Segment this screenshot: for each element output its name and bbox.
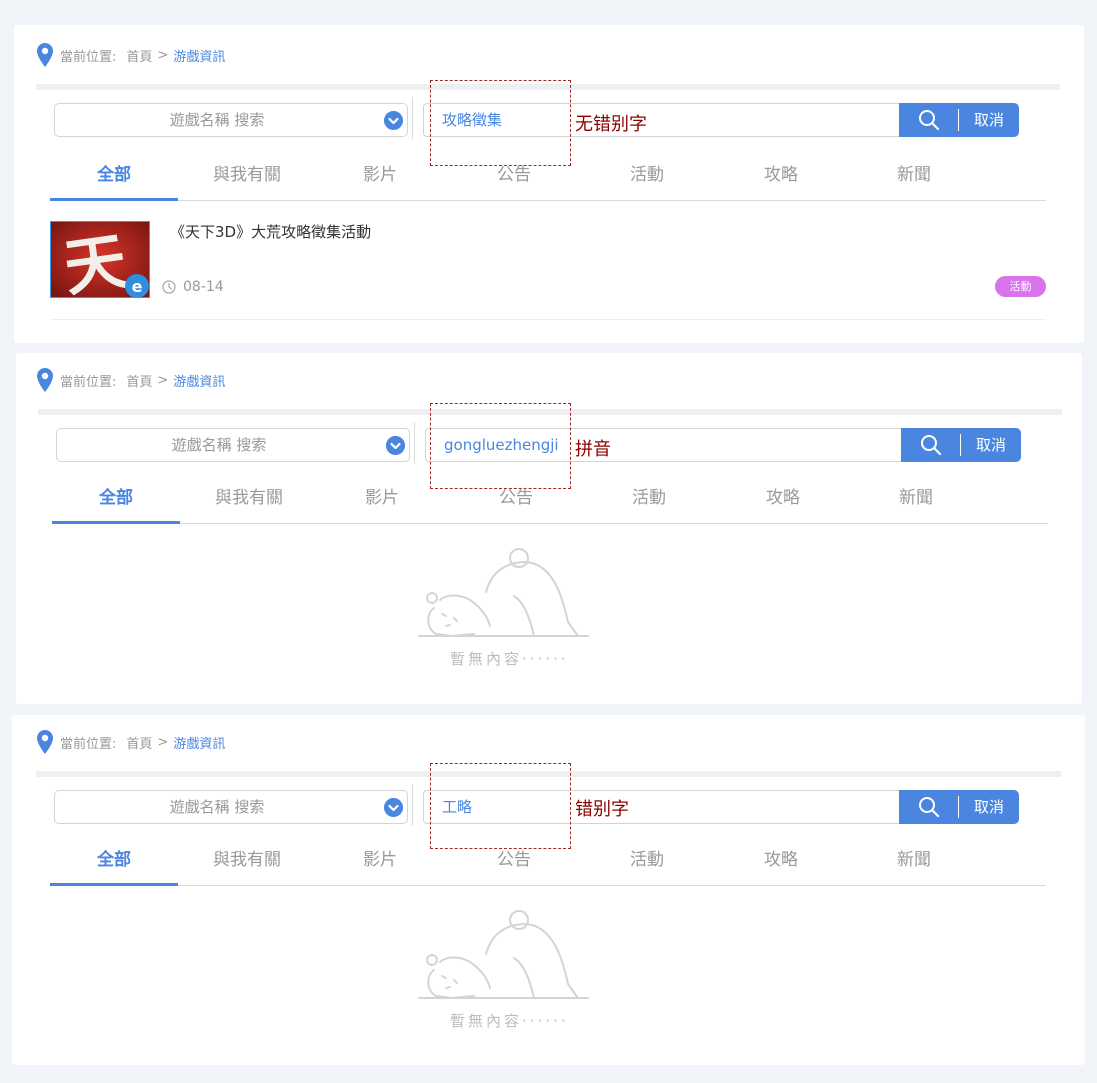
search-divider <box>412 97 413 139</box>
empty-state: 暫無內容······ <box>416 548 596 678</box>
annotation-label: 拼音 <box>575 439 611 460</box>
tab-announcement[interactable]: 公告 <box>450 155 578 201</box>
result-title[interactable]: 《天下3D》大荒攻略徵集活動 <box>170 221 371 242</box>
category-badge: 活動 <box>995 276 1046 297</box>
location-pin-icon <box>37 730 53 754</box>
cancel-button[interactable]: 取消 <box>974 790 1004 824</box>
tab-guide[interactable]: 攻略 <box>719 478 847 524</box>
category-tabs: 全部 與我有關 影片 公告 活動 攻略 新聞 <box>52 478 1048 524</box>
result-date: 08-14 <box>162 279 224 295</box>
breadcrumb-current-link[interactable]: 游戲資訊 <box>173 371 225 390</box>
cancel-button[interactable]: 取消 <box>974 103 1004 137</box>
sleeping-bear-icon <box>418 548 589 637</box>
svg-text:天: 天 <box>60 224 132 298</box>
tab-related[interactable]: 與我有關 <box>183 155 311 201</box>
empty-state-text: 暫無內容······ <box>450 1012 569 1030</box>
tab-all[interactable]: 全部 <box>52 478 180 524</box>
location-pin-icon <box>37 43 53 67</box>
result-item[interactable]: 天 e 《天下3D》大荒攻略徵集活動 08-14 活動 <box>50 221 1046 320</box>
svg-text:e: e <box>132 277 143 296</box>
breadcrumb-home-link[interactable]: 首頁 <box>126 371 152 390</box>
sleeping-bear-icon <box>418 910 589 999</box>
annotation-box <box>430 403 571 489</box>
tab-all[interactable]: 全部 <box>50 840 178 886</box>
game-select[interactable]: 遊戲名稱 搜索 <box>56 428 410 462</box>
search-icon[interactable] <box>918 796 940 818</box>
game-select-placeholder: 遊戲名稱 搜索 <box>169 798 265 816</box>
breadcrumb: 當前位置: 首頁 > 游戲資訊 <box>36 729 225 755</box>
breadcrumb-current-link[interactable]: 游戲資訊 <box>173 46 225 65</box>
tab-all[interactable]: 全部 <box>50 155 178 201</box>
tab-announcement[interactable]: 公告 <box>452 478 580 524</box>
breadcrumb-label: 當前位置: <box>60 374 117 390</box>
tab-event[interactable]: 活動 <box>583 155 711 201</box>
tab-guide[interactable]: 攻略 <box>717 155 845 201</box>
breadcrumb-home-link[interactable]: 首頁 <box>126 46 152 65</box>
result-date-text: 08-14 <box>183 279 224 295</box>
breadcrumb-current-link[interactable]: 游戲資訊 <box>173 733 225 752</box>
category-tabs: 全部 與我有關 影片 公告 活動 攻略 新聞 <box>50 155 1046 201</box>
search-icon[interactable] <box>918 109 940 131</box>
search-button-group: 取消 <box>901 428 1021 462</box>
game-select-placeholder: 遊戲名稱 搜索 <box>169 111 265 129</box>
chevron-down-icon <box>386 436 405 455</box>
location-pin-icon <box>37 368 53 392</box>
breadcrumb-home-link[interactable]: 首頁 <box>126 733 152 752</box>
search-button-group: 取消 <box>899 103 1019 137</box>
tab-related[interactable]: 與我有關 <box>183 840 311 886</box>
annotation-box <box>430 763 571 849</box>
search-panel-2: 當前位置: 首頁 > 游戲資訊 遊戲名稱 搜索 gongluezhengji 取… <box>16 353 1082 704</box>
tab-news[interactable]: 新聞 <box>852 478 980 524</box>
breadcrumb-separator: > <box>157 372 169 388</box>
tab-news[interactable]: 新聞 <box>850 840 978 886</box>
game-select[interactable]: 遊戲名稱 搜索 <box>54 103 408 137</box>
search-button-group: 取消 <box>899 790 1019 824</box>
breadcrumb: 當前位置: 首頁 > 游戲資訊 <box>36 367 225 393</box>
tab-guide[interactable]: 攻略 <box>717 840 845 886</box>
chevron-down-icon <box>384 111 403 130</box>
chevron-down-icon <box>384 798 403 817</box>
breadcrumb-label: 當前位置: <box>60 736 117 752</box>
tab-video[interactable]: 影片 <box>316 155 444 201</box>
tab-video[interactable]: 影片 <box>316 840 444 886</box>
clock-icon <box>162 280 176 294</box>
search-divider <box>412 784 413 826</box>
category-tabs: 全部 與我有關 影片 公告 活動 攻略 新聞 <box>50 840 1046 886</box>
breadcrumb: 當前位置: 首頁 > 游戲資訊 <box>36 42 225 68</box>
cancel-button[interactable]: 取消 <box>976 428 1006 462</box>
game-thumbnail: 天 e <box>50 221 150 298</box>
annotation-box <box>430 80 571 166</box>
tab-announcement[interactable]: 公告 <box>450 840 578 886</box>
tab-related[interactable]: 與我有關 <box>185 478 313 524</box>
game-select-placeholder: 遊戲名稱 搜索 <box>171 436 267 454</box>
search-icon[interactable] <box>920 434 942 456</box>
empty-state-text: 暫無內容······ <box>450 650 569 668</box>
search-panel-1: 當前位置: 首頁 > 游戲資訊 遊戲名稱 搜索 攻略徵集 取消 无错别字 全部 … <box>14 25 1084 343</box>
breadcrumb-label: 當前位置: <box>60 49 117 65</box>
annotation-label: 无错别字 <box>575 114 647 135</box>
breadcrumb-separator: > <box>157 734 169 750</box>
search-divider <box>414 422 415 464</box>
search-button-divider <box>958 109 959 131</box>
tab-news[interactable]: 新聞 <box>850 155 978 201</box>
breadcrumb-separator: > <box>157 47 169 63</box>
empty-state: 暫無內容······ <box>416 910 596 1040</box>
game-select[interactable]: 遊戲名稱 搜索 <box>54 790 408 824</box>
search-panel-3: 當前位置: 首頁 > 游戲資訊 遊戲名稱 搜索 工略 取消 错别字 全部 與我有… <box>12 715 1085 1065</box>
search-button-divider <box>958 796 959 818</box>
tab-event[interactable]: 活動 <box>585 478 713 524</box>
tab-video[interactable]: 影片 <box>318 478 446 524</box>
tab-event[interactable]: 活動 <box>583 840 711 886</box>
annotation-label: 错别字 <box>575 799 629 820</box>
search-button-divider <box>960 434 961 456</box>
